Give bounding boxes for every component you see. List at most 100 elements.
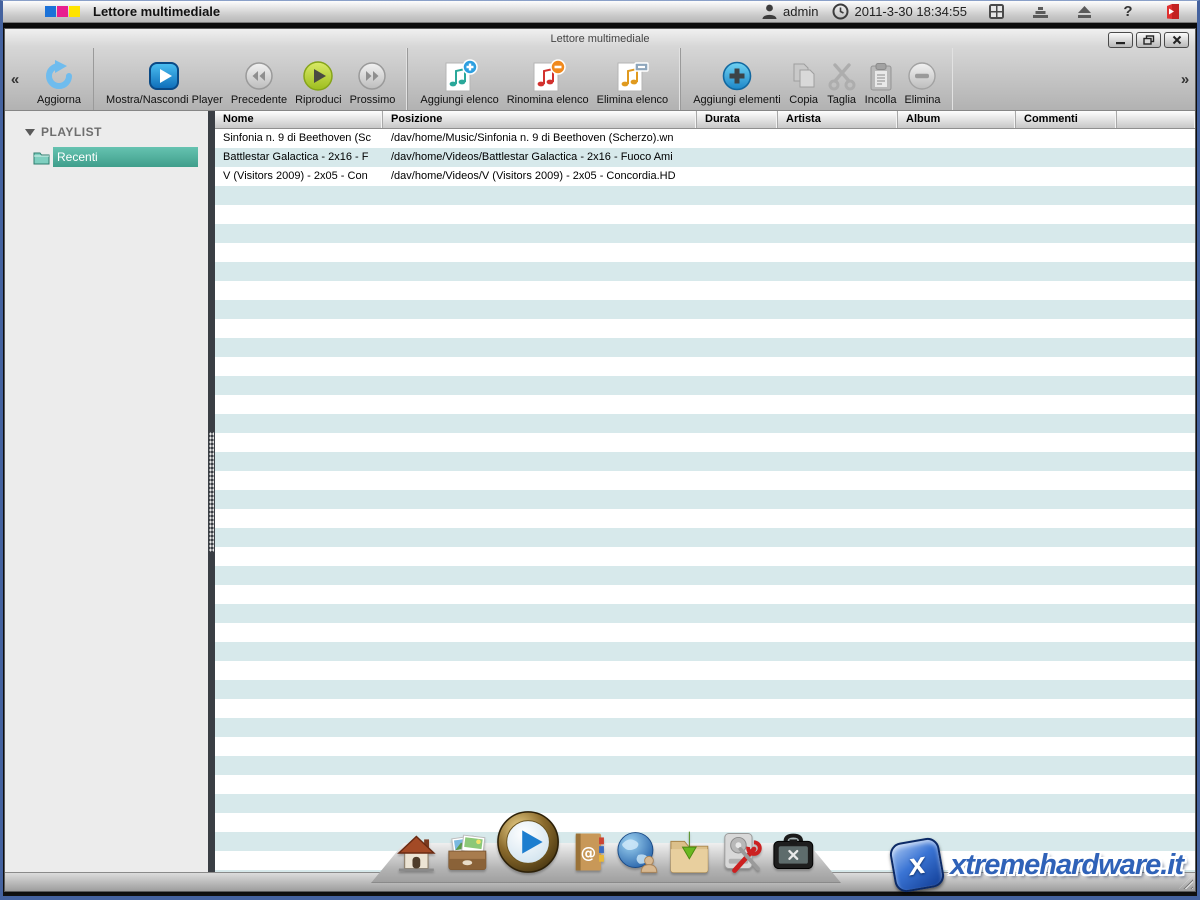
cell-pad: [1117, 205, 1195, 224]
cell-nome: [215, 623, 383, 642]
cell-artista: [778, 642, 898, 661]
toolbar-scroll-left[interactable]: «: [5, 48, 25, 110]
cell-nome: [215, 737, 383, 756]
sidebar-splitter[interactable]: [208, 111, 215, 872]
cell-commenti: [1016, 319, 1117, 338]
window-titlebar[interactable]: Lettore multimediale: [5, 29, 1195, 48]
cell-posizione: [383, 414, 697, 433]
rename-list-button[interactable]: Rinomina elenco: [503, 48, 593, 110]
add-items-button[interactable]: Aggiungi elementi: [689, 48, 784, 110]
logout-button[interactable]: [1157, 3, 1187, 20]
delete-list-button[interactable]: Elimina elenco: [593, 48, 673, 110]
desktop-topbar: Lettore multimediale admin 2011-3-30 18:…: [3, 1, 1197, 23]
cell-commenti: [1016, 357, 1117, 376]
cell-posizione: [383, 528, 697, 547]
cell-artista: [778, 224, 898, 243]
next-button[interactable]: Prossimo: [346, 48, 400, 110]
table-row[interactable]: Sinfonia n. 9 di Beethoven (Sc/dav/home/…: [215, 129, 1195, 148]
cell-pad: [1117, 129, 1195, 148]
help-button[interactable]: ?: [1113, 3, 1143, 20]
cell-nome: [215, 566, 383, 585]
playlist-section[interactable]: PLAYLIST: [5, 111, 208, 147]
cell-posizione: [383, 718, 697, 737]
add-list-button[interactable]: Aggiungi elenco: [416, 48, 502, 110]
cell-artista: [778, 737, 898, 756]
background-tasks-button[interactable]: [1025, 3, 1055, 20]
refresh-icon: [42, 59, 76, 93]
column-header-album[interactable]: Album: [898, 111, 1016, 128]
cell-posizione: [383, 604, 697, 623]
cell-album: [898, 661, 1016, 680]
play-button[interactable]: Riproduci: [291, 48, 345, 110]
column-header-artista[interactable]: Artista: [778, 111, 898, 128]
cell-durata: [697, 433, 778, 452]
cell-pad: [1117, 680, 1195, 699]
sidebar-item-recenti[interactable]: Recenti: [33, 147, 198, 167]
cell-posizione: [383, 699, 697, 718]
cell-album: [898, 205, 1016, 224]
play-icon: [302, 60, 334, 92]
photo-station-icon[interactable]: [445, 831, 490, 875]
cell-pad: [1117, 338, 1195, 357]
cell-pad: [1117, 243, 1195, 262]
cell-album: [898, 547, 1016, 566]
cell-durata: [697, 205, 778, 224]
delete-items-button[interactable]: Elimina: [900, 48, 944, 110]
restore-button[interactable]: [1136, 32, 1161, 48]
table-row[interactable]: V (Visitors 2009) - 2x05 - Con/dav/home/…: [215, 167, 1195, 186]
table-header: Nome Posizione Durata Artista Album Comm…: [215, 111, 1195, 129]
cell-pad: [1117, 699, 1195, 718]
column-header-posizione[interactable]: Posizione: [383, 111, 697, 128]
minimize-button[interactable]: [1108, 32, 1133, 48]
home-icon[interactable]: [395, 831, 438, 875]
collapse-triangle-icon: [25, 129, 35, 136]
apps-grid-button[interactable]: [981, 3, 1011, 20]
table-row-empty: [215, 737, 1195, 756]
table-row-empty: [215, 642, 1195, 661]
cell-pad: [1117, 281, 1195, 300]
cell-posizione: [383, 661, 697, 680]
table-row-empty: [215, 433, 1195, 452]
show-hide-player-button[interactable]: Mostra/Nascondi Player: [102, 48, 227, 110]
copy-button[interactable]: Copia: [785, 48, 823, 110]
cell-durata: [697, 471, 778, 490]
cell-durata: [697, 661, 778, 680]
toolbar: « Aggiorna: [5, 48, 1195, 111]
cell-durata: [697, 395, 778, 414]
close-button[interactable]: [1164, 32, 1189, 48]
cell-posizione: [383, 395, 697, 414]
cell-posizione: [383, 585, 697, 604]
cell-pad: [1117, 566, 1195, 585]
cell-durata: [697, 718, 778, 737]
refresh-button[interactable]: Aggiorna: [33, 48, 85, 110]
cell-pad: [1117, 395, 1195, 414]
table-row-empty: [215, 471, 1195, 490]
help-icon: ?: [1123, 3, 1132, 20]
disk-repair-icon[interactable]: [719, 829, 764, 875]
cell-artista: [778, 243, 898, 262]
media-player-icon[interactable]: [496, 809, 560, 875]
column-header-commenti[interactable]: Commenti: [1016, 111, 1117, 128]
cell-pad: [1117, 357, 1195, 376]
download-folder-icon[interactable]: [667, 831, 712, 875]
cut-button[interactable]: Taglia: [823, 48, 861, 110]
toolbox-icon[interactable]: [770, 831, 817, 875]
cell-commenti: [1016, 167, 1117, 186]
network-globe-icon[interactable]: [615, 829, 660, 875]
cell-commenti: [1016, 186, 1117, 205]
toolbar-scroll-right[interactable]: »: [1175, 48, 1195, 110]
cell-nome: [215, 547, 383, 566]
eject-button[interactable]: [1069, 3, 1099, 20]
watermark: x xtremehardware.it: [892, 840, 1183, 890]
column-header-nome[interactable]: Nome: [215, 111, 383, 128]
table-row[interactable]: Battlestar Galactica - 2x16 - F/dav/home…: [215, 148, 1195, 167]
address-book-icon[interactable]: @: [568, 829, 609, 875]
cell-nome: [215, 680, 383, 699]
cell-durata: [697, 566, 778, 585]
toolbar-group-player: Mostra/Nascondi Player Precedente: [93, 48, 407, 110]
user-menu[interactable]: admin: [761, 3, 818, 20]
paste-button[interactable]: Incolla: [861, 48, 901, 110]
previous-button[interactable]: Precedente: [227, 48, 291, 110]
cell-posizione: [383, 471, 697, 490]
column-header-durata[interactable]: Durata: [697, 111, 778, 128]
